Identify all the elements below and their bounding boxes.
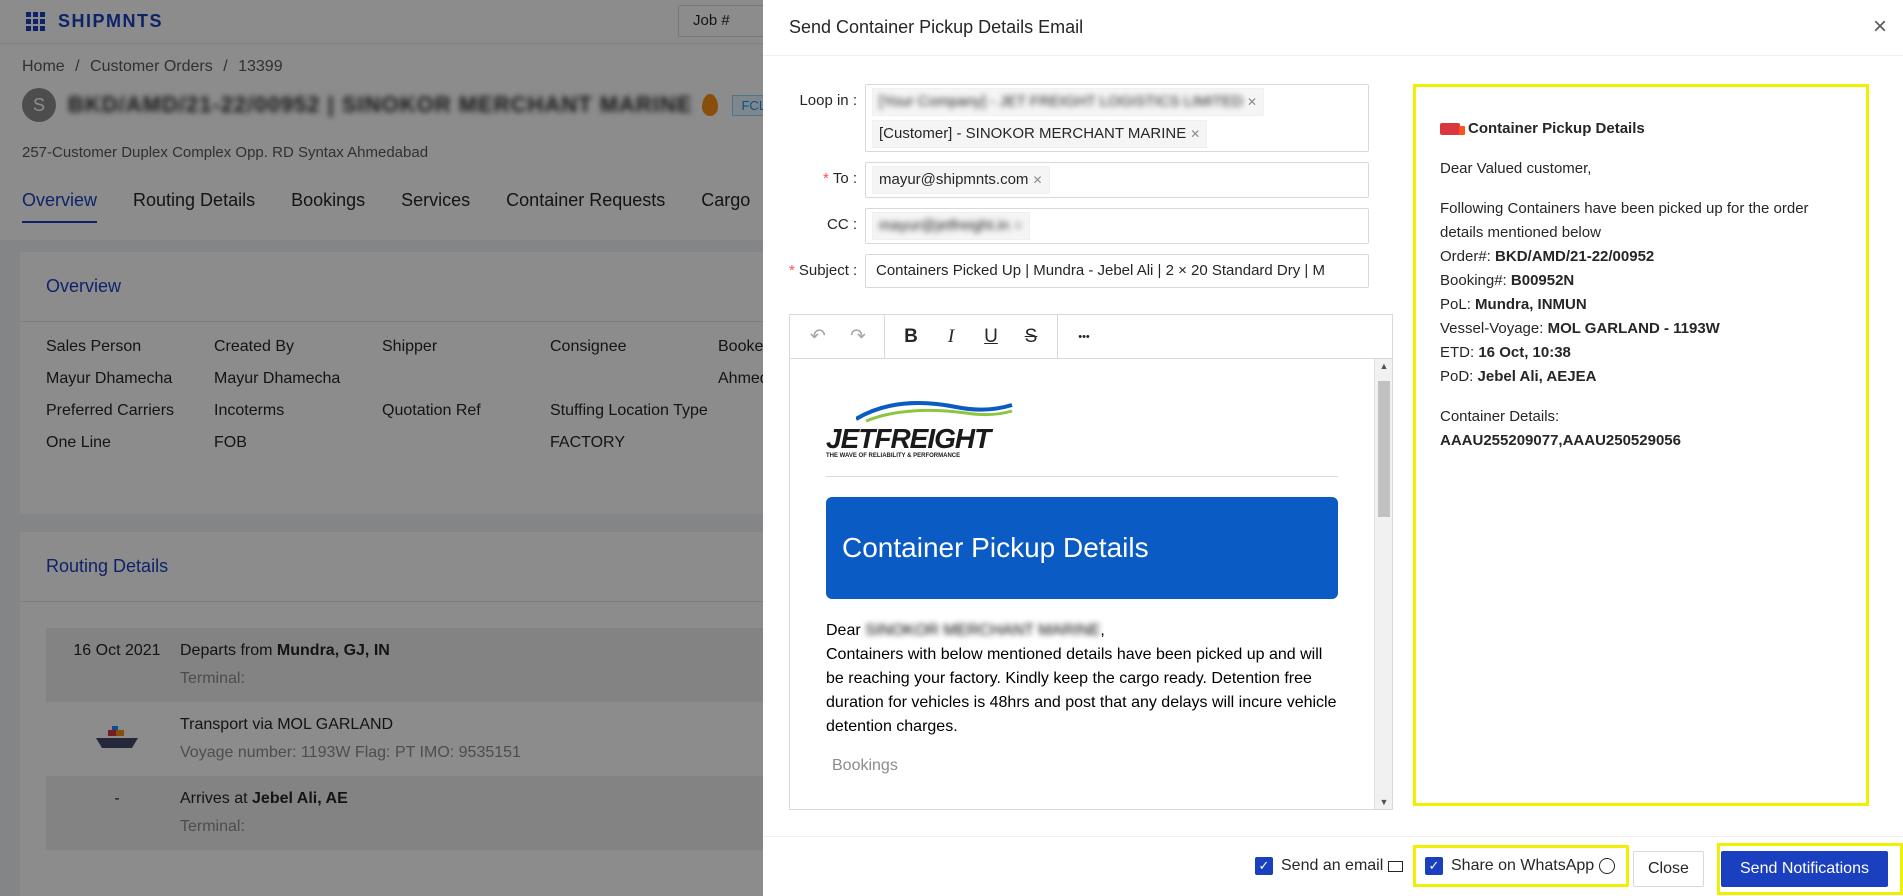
- email-drawer: Send Container Pickup Details Email × Lo…: [763, 0, 1903, 896]
- editor-scrollbar[interactable]: ▲ ▼: [1374, 359, 1392, 809]
- whatsapp-preview: Container Pickup Details Dear Valued cus…: [1413, 84, 1869, 806]
- jet-freight-logo: JETFREIGHT THE WAVE OF RELIABILITY & PER…: [826, 399, 1338, 477]
- subject-label: * Subject :: [789, 262, 858, 279]
- preview-field: PoD: Jebel Ali, AEJEA: [1440, 368, 1597, 385]
- preview-field: ETD: 16 Oct, 10:38: [1440, 344, 1571, 361]
- email-body-text: Dear SINOKOR MERCHANT MARINE, Containers…: [826, 622, 1337, 735]
- truck-icon: [1440, 123, 1465, 135]
- preview-container-label: Container Details:: [1440, 408, 1560, 425]
- loop-in-row: Loop in : [Your Company] - JET FREIGHT L…: [789, 84, 1369, 152]
- editor-toolbar: ↶ ↷ B I U S •••: [790, 314, 1392, 359]
- remove-tag-icon[interactable]: ✕: [1013, 219, 1023, 233]
- remove-tag-icon[interactable]: ✕: [1247, 95, 1257, 109]
- preview-intro: Following Containers have been picked up…: [1440, 200, 1809, 241]
- subject-row: * Subject : Containers Picked Up | Mundra…: [789, 254, 1369, 288]
- drawer-header: Send Container Pickup Details Email: [763, 0, 1903, 56]
- editor-body[interactable]: JETFREIGHT THE WAVE OF RELIABILITY & PER…: [790, 359, 1374, 809]
- loop-in-tag[interactable]: [Your Company] - JET FREIGHT LOGISTICS L…: [872, 88, 1265, 116]
- email-form: Loop in : [Your Company] - JET FREIGHT L…: [789, 84, 1369, 298]
- scroll-thumb[interactable]: [1378, 381, 1390, 517]
- more-icon[interactable]: •••: [1064, 331, 1104, 343]
- preview-container-value: AAAU255209077,AAAU250529056: [1440, 432, 1681, 449]
- drawer-footer: ✓ Send an email ✓ Share on WhatsApp Clos…: [763, 836, 1903, 896]
- email-banner: Container Pickup Details: [826, 497, 1338, 599]
- to-tag[interactable]: mayur@shipmnts.com ✕: [872, 166, 1050, 194]
- toolbar-divider: [1057, 314, 1058, 359]
- preview-title: Container Pickup Details: [1440, 117, 1842, 141]
- preview-field: Order#: BKD/AMD/21-22/00952: [1440, 248, 1655, 265]
- remove-tag-icon[interactable]: ✕: [1190, 127, 1200, 141]
- cc-row: CC : mayur@jetfreight.in ✕: [789, 208, 1369, 244]
- preview-field: PoL: Mundra, INMUN: [1440, 296, 1587, 313]
- italic-icon[interactable]: I: [931, 326, 971, 348]
- remove-tag-icon[interactable]: ✕: [1032, 173, 1042, 187]
- close-button[interactable]: Close: [1633, 851, 1704, 887]
- loop-in-label: Loop in :: [799, 92, 857, 109]
- scroll-down-icon[interactable]: ▼: [1375, 797, 1393, 807]
- email-editor: ↶ ↷ B I U S ••• JETFREIGHT THE WAVE OF R…: [789, 314, 1393, 810]
- drawer-title: Send Container Pickup Details Email: [789, 17, 1084, 37]
- subject-input[interactable]: Containers Picked Up | Mundra - Jebel Al…: [865, 254, 1369, 288]
- underline-icon[interactable]: U: [971, 326, 1011, 348]
- loop-in-field[interactable]: [Your Company] - JET FREIGHT LOGISTICS L…: [865, 84, 1369, 152]
- bold-icon[interactable]: B: [891, 326, 931, 348]
- close-icon[interactable]: ×: [1867, 14, 1893, 40]
- checkbox-checked-icon[interactable]: ✓: [1425, 857, 1443, 875]
- share-whatsapp-checkbox[interactable]: ✓ Share on WhatsApp: [1425, 857, 1616, 875]
- to-label: * To :: [822, 170, 857, 187]
- whatsapp-icon: [1599, 858, 1616, 874]
- cc-tag[interactable]: mayur@jetfreight.in ✕: [872, 212, 1031, 240]
- to-row: * To : mayur@shipmnts.com ✕: [789, 162, 1369, 198]
- preview-field: Booking#: B00952N: [1440, 272, 1575, 289]
- cc-field[interactable]: mayur@jetfreight.in ✕: [865, 208, 1369, 244]
- preview-field: Vessel-Voyage: MOL GARLAND - 1193W: [1440, 320, 1720, 337]
- toolbar-divider: [884, 314, 885, 359]
- cc-label: CC :: [826, 216, 857, 233]
- strikethrough-icon[interactable]: S: [1011, 326, 1051, 348]
- checkbox-checked-icon[interactable]: ✓: [1255, 857, 1273, 875]
- mail-icon: [1388, 860, 1404, 872]
- loop-in-tag[interactable]: [Customer] - SINOKOR MERCHANT MARINE ✕: [872, 120, 1208, 148]
- undo-icon[interactable]: ↶: [798, 325, 838, 348]
- send-email-checkbox[interactable]: ✓ Send an email: [1255, 857, 1404, 875]
- bookings-section: Bookings: [832, 757, 898, 774]
- send-notifications-button[interactable]: Send Notifications: [1721, 851, 1888, 887]
- scroll-up-icon[interactable]: ▲: [1375, 361, 1393, 371]
- redo-icon[interactable]: ↷: [838, 325, 878, 348]
- to-field[interactable]: mayur@shipmnts.com ✕: [865, 162, 1369, 198]
- preview-greeting: Dear Valued customer,: [1440, 160, 1592, 177]
